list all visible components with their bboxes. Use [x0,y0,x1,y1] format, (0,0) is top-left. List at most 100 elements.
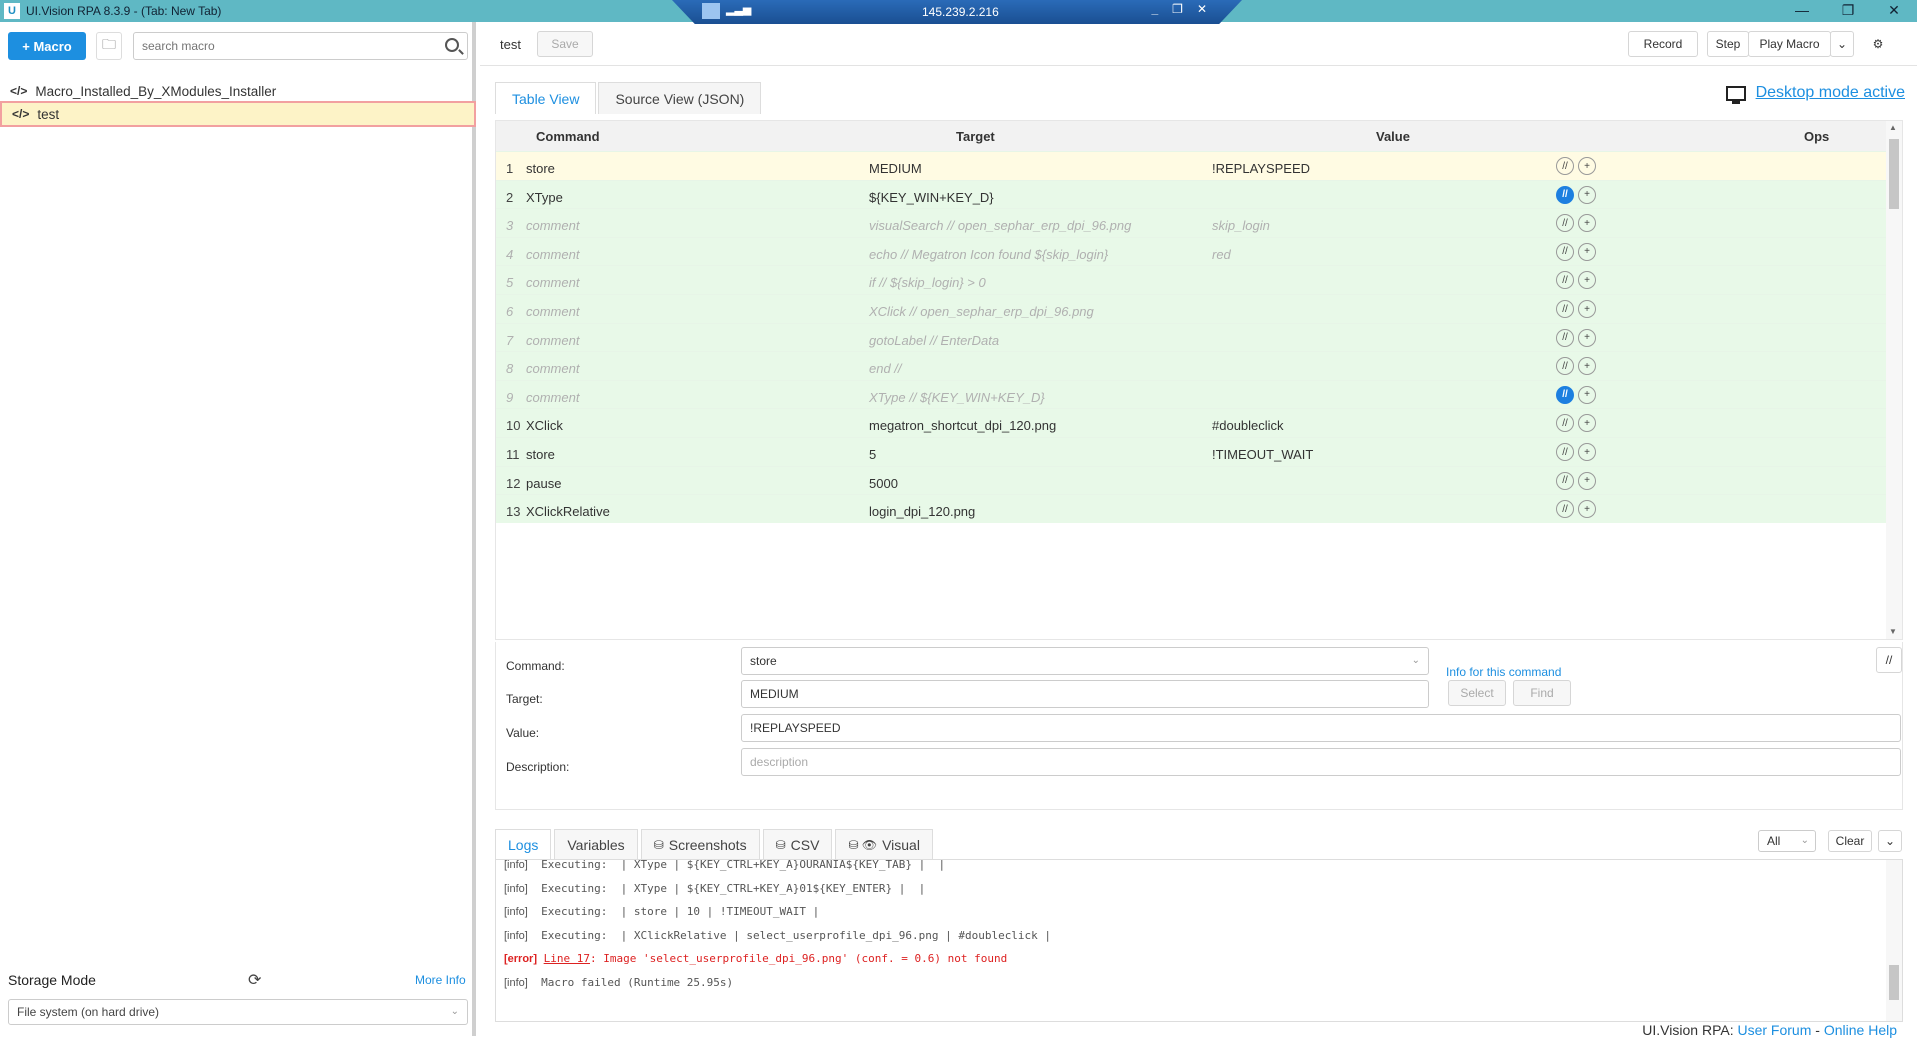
insert-row-icon[interactable]: + [1578,500,1596,519]
scrollbar-thumb[interactable] [1889,139,1899,209]
comment-toggle-icon[interactable]: // [1556,385,1574,404]
table-row[interactable]: 12 pause 5000 //+ [496,465,1888,495]
rdp-minimize-icon[interactable]: _ [1151,2,1158,16]
log-filter-select[interactable]: All ⌄ [1758,830,1816,852]
insert-row-icon[interactable]: + [1578,357,1596,376]
tab-visual[interactable]: ⛁ 👁 Visual [835,829,933,859]
comment-toggle-icon[interactable]: // [1556,157,1574,175]
column-ops: Ops [1804,129,1830,144]
info-command-link[interactable]: Info for this command [1446,665,1561,679]
comment-toggle-icon[interactable]: // [1556,443,1574,461]
insert-row-icon[interactable]: + [1578,300,1596,318]
restore-icon[interactable]: ❐ [1825,0,1871,22]
comment-toggle-icon[interactable]: // [1556,300,1574,318]
log-scrollbar[interactable] [1886,860,1902,1021]
play-macro-button[interactable]: Play Macro [1748,31,1831,57]
clear-logs-button[interactable]: Clear [1828,830,1872,852]
target-input[interactable]: MEDIUM [741,680,1429,708]
tab-table-view[interactable]: Table View [495,82,597,114]
record-button[interactable]: Record [1628,31,1698,57]
row-command: comment [526,389,580,405]
comment-toggle-icon[interactable]: // [1556,242,1574,261]
tab-source-view[interactable]: Source View (JSON) [598,82,762,114]
more-info-link[interactable]: More Info [415,973,466,987]
comment-toggle-icon[interactable]: // [1556,471,1574,490]
new-folder-button[interactable]: 🗀 [96,32,122,60]
refresh-icon[interactable]: ⟳ [248,970,261,990]
insert-row-icon[interactable]: + [1578,443,1596,461]
insert-row-icon[interactable]: + [1578,157,1596,175]
save-button[interactable]: Save [537,31,593,57]
comment-toggle-icon[interactable]: // [1556,271,1574,290]
table-row[interactable]: 11 store 5 !TIMEOUT_WAIT //+ [496,437,1888,466]
comment-toggle-icon[interactable]: // [1556,414,1574,433]
table-scrollbar[interactable]: ▲ ▼ [1886,121,1902,639]
step-button[interactable]: Step [1707,31,1749,57]
select-button[interactable]: Select [1448,680,1506,706]
scroll-down-icon[interactable]: ▼ [1889,627,1897,636]
macro-name: Macro_Installed_By_XModules_Installer [35,83,277,99]
insert-row-icon[interactable]: + [1578,185,1596,204]
row-command: pause [526,475,562,491]
collapse-logs-button[interactable]: ⌄ [1878,830,1902,852]
insert-row-icon[interactable]: + [1578,414,1596,433]
row-target: gotoLabel // EnterData [869,332,1000,348]
find-button[interactable]: Find [1513,680,1571,706]
rdp-restore-icon[interactable]: ❐ [1172,2,1183,16]
tab-screenshots[interactable]: ⛁ Screenshots [640,829,760,859]
comment-toggle-icon[interactable]: // [1556,328,1574,347]
description-input[interactable]: description [741,748,1901,776]
row-ops: //+ [1556,300,1596,318]
new-macro-button[interactable]: + Macro [8,32,86,60]
command-table: Command Target Value Ops 1 store MEDIUM !RE… [495,120,1903,640]
row-target: 5 [869,447,877,462]
table-row[interactable]: 2 XType ${KEY_WIN+KEY_D} //+ [496,179,1888,209]
table-row[interactable]: 5 comment if // ${skip_login} > 0 //+ [496,265,1888,294]
command-value: store [750,654,777,668]
search-input[interactable] [134,33,424,59]
macro-list-item[interactable]: </> test [0,101,476,127]
insert-row-icon[interactable]: + [1578,271,1596,290]
rdp-close-icon[interactable]: ✕ [1197,2,1207,16]
insert-row-icon[interactable]: + [1578,214,1596,233]
minimize-icon[interactable]: — [1779,0,1825,22]
table-row[interactable]: 1 store MEDIUM !REPLAYSPEED //+ [496,151,1888,180]
scroll-up-icon[interactable]: ▲ [1889,123,1897,132]
tab-variables[interactable]: Variables [554,829,638,859]
insert-row-icon[interactable]: + [1578,328,1596,347]
table-row[interactable]: 3 comment visualSearch // open_sephar_erp_… [496,208,1888,237]
table-row[interactable]: 9 comment XType // ${KEY_WIN+KEY_D} //+ [496,379,1888,409]
table-row[interactable]: 10 XClick megatron_shortcut_dpi_120.png #do… [496,408,1888,437]
log-line-link[interactable]: Line 17 [544,952,590,965]
insert-row-icon[interactable]: + [1578,471,1596,490]
row-number: 13 [506,504,521,520]
pin-icon[interactable] [702,3,720,19]
value-input[interactable]: !REPLAYSPEED [741,714,1901,742]
table-row[interactable]: 6 comment XClick // open_sephar_erp_dpi_96… [496,294,1888,323]
log-text: Macro failed (Runtime 25.95s) [541,975,734,989]
log-line: [info] Executing: | XType | ${KEY_CTRL+K… [504,860,945,871]
comment-toggle-button[interactable]: // [1876,647,1902,673]
settings-button[interactable]: ⚙ [1863,31,1893,57]
comment-toggle-icon[interactable]: // [1556,500,1574,519]
close-icon[interactable]: ✕ [1871,0,1917,22]
row-ops: //+ [1556,214,1596,233]
comment-toggle-icon[interactable]: // [1556,214,1574,233]
tab-logs[interactable]: Logs [495,829,552,859]
insert-row-icon[interactable]: + [1578,242,1596,261]
comment-toggle-icon[interactable]: // [1556,185,1574,204]
row-ops: //+ [1556,443,1596,461]
scrollbar-thumb[interactable] [1889,965,1899,1000]
desktop-mode-link[interactable]: Desktop mode active [1725,84,1905,104]
table-row[interactable]: 7 comment gotoLabel // EnterData //+ [496,322,1888,352]
table-row[interactable]: 8 comment end // //+ [496,351,1888,380]
search-icon[interactable] [445,38,459,52]
command-select[interactable]: store ⌄ [741,647,1429,675]
insert-row-icon[interactable]: + [1578,385,1596,404]
play-options-button[interactable]: ⌄ [1830,31,1854,57]
table-row[interactable]: 13 XClickRelative login_dpi_120.png //+ [496,494,1888,523]
tab-csv[interactable]: ⛁ CSV [762,829,833,859]
table-row[interactable]: 4 comment echo // Megatron Icon found ${sk… [496,236,1888,266]
comment-toggle-icon[interactable]: // [1556,357,1574,376]
storage-mode-select[interactable]: File system (on hard drive) ⌄ [8,999,468,1025]
